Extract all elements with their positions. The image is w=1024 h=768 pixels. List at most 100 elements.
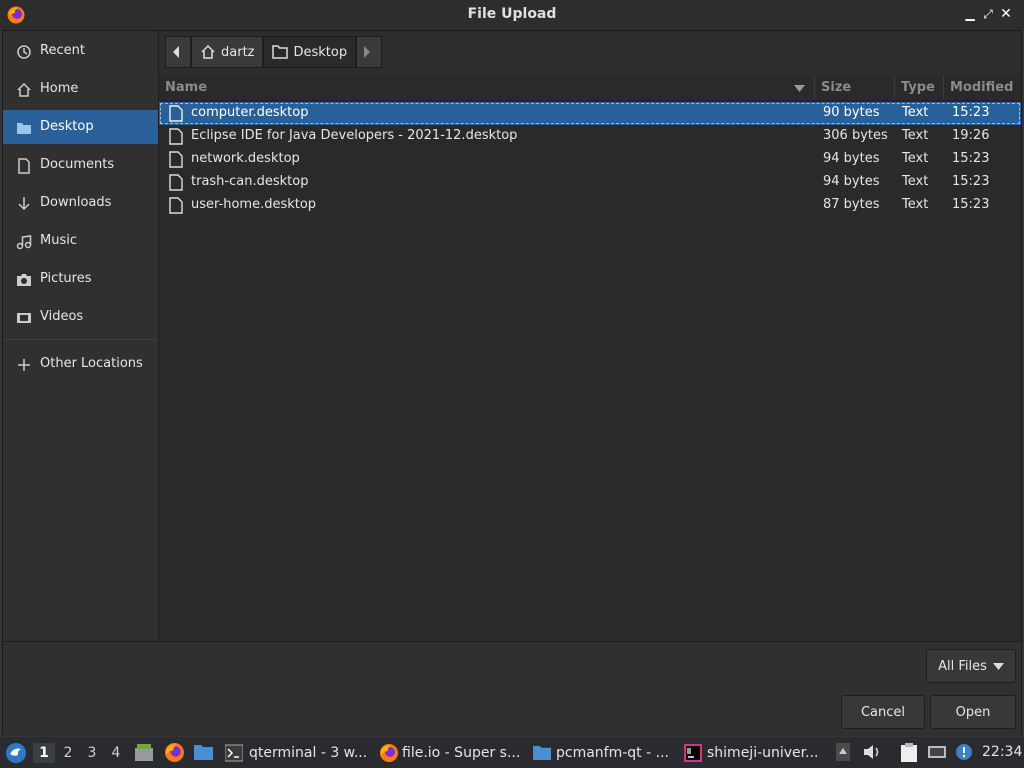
- update-icon[interactable]: [954, 742, 974, 762]
- sidebar-item-music[interactable]: Music: [3, 224, 158, 258]
- cancel-label: Cancel: [860, 704, 906, 720]
- sort-down-icon[interactable]: [794, 85, 805, 92]
- file-size: 94 bytes: [823, 174, 880, 189]
- document-icon: [18, 158, 30, 174]
- sidebar-item-downloads[interactable]: Downloads: [3, 186, 158, 220]
- file-size: 87 bytes: [823, 197, 880, 212]
- sidebar-item-label: Home: [40, 81, 79, 96]
- folder-launcher-icon[interactable]: [193, 743, 214, 761]
- title-bar: File Upload ▁ ⤢ ✕: [0, 0, 1024, 30]
- tray-arrow-icon[interactable]: [836, 743, 850, 761]
- column-divider: [943, 76, 944, 100]
- video-icon: [17, 313, 31, 323]
- column-size-header[interactable]: Size: [821, 80, 851, 95]
- sidebar-item-label: Documents: [40, 157, 115, 172]
- sidebar-item-label: Recent: [40, 43, 85, 58]
- task-label: qterminal - 3 w...: [249, 744, 368, 761]
- sidebar-item-label: Videos: [40, 309, 84, 324]
- file-name: computer.desktop: [191, 105, 309, 120]
- workspace-3[interactable]: 3: [81, 743, 103, 763]
- window-title: File Upload: [467, 6, 557, 22]
- file-name: trash-can.desktop: [191, 174, 309, 189]
- folder-icon: [17, 123, 31, 134]
- file-row[interactable]: Eclipse IDE for Java Developers - 2021-1…: [159, 125, 1021, 148]
- file-filter-dropdown[interactable]: All Files: [926, 649, 1016, 683]
- task-shimeji[interactable]: shimeji-univer...: [684, 737, 826, 768]
- task-label: file.io - Super s...: [402, 744, 521, 761]
- plus-icon: [18, 359, 30, 371]
- file-modified: 15:23: [952, 197, 990, 212]
- workspace-4[interactable]: 4: [105, 743, 127, 763]
- sidebar-item-recent[interactable]: Recent: [3, 34, 158, 68]
- start-menu-icon[interactable]: [5, 742, 27, 764]
- file-name: Eclipse IDE for Java Developers - 2021-1…: [191, 128, 518, 143]
- file-row[interactable]: network.desktop 94 bytes Text 15:23: [159, 148, 1021, 171]
- intellij-icon: [684, 743, 702, 762]
- path-back-button[interactable]: [165, 36, 191, 68]
- file-type: Text: [902, 151, 929, 166]
- file-icon: [169, 174, 183, 191]
- file-list-header: Name Size Type Modified: [159, 76, 1021, 101]
- file-icon: [169, 105, 183, 122]
- file-type: Text: [902, 174, 929, 189]
- file-row[interactable]: user-home.desktop 87 bytes Text 15:23: [159, 194, 1021, 217]
- close-icon[interactable]: ✕: [998, 6, 1014, 22]
- path-forward-button[interactable]: [356, 36, 383, 68]
- minimize-icon[interactable]: ▁: [962, 6, 978, 22]
- home-icon: [17, 82, 31, 97]
- column-name-header[interactable]: Name: [165, 80, 207, 95]
- open-label: Open: [955, 704, 991, 720]
- path-current-button[interactable]: Desktop: [263, 36, 357, 68]
- restore-icon[interactable]: ⤢: [980, 6, 996, 22]
- file-icon: [169, 151, 183, 168]
- file-filter-label: All Files: [938, 658, 987, 674]
- column-type-header[interactable]: Type: [901, 80, 935, 95]
- task-qterminal[interactable]: qterminal - 3 w...: [225, 737, 370, 768]
- firefox-launcher-icon[interactable]: [164, 742, 185, 763]
- sidebar-item-label: Pictures: [40, 271, 92, 286]
- file-modified: 15:23: [952, 151, 990, 166]
- sidebar-item-label: Desktop: [40, 119, 94, 134]
- network-icon[interactable]: [927, 743, 947, 761]
- sidebar-item-label: Other Locations: [40, 356, 143, 371]
- column-modified-header[interactable]: Modified: [950, 80, 1013, 95]
- task-label: pcmanfm-qt - ...: [556, 744, 669, 761]
- cancel-button[interactable]: Cancel: [841, 695, 925, 729]
- chevron-left-icon: [172, 46, 179, 58]
- path-current-label: Desktop: [293, 44, 348, 60]
- file-size: 306 bytes: [823, 128, 888, 143]
- download-icon: [18, 197, 30, 211]
- file-upload-dialog: File Upload ▁ ⤢ ✕ Recent Home Desktop Do…: [0, 0, 1024, 737]
- dialog-footer: All Files Cancel Open: [3, 641, 1021, 736]
- sidebar-item-documents[interactable]: Documents: [3, 148, 158, 182]
- path-home-button[interactable]: dartz: [191, 36, 264, 68]
- sidebar-item-desktop[interactable]: Desktop: [3, 110, 158, 144]
- file-list: Name Size Type Modified computer.desktop…: [159, 76, 1021, 641]
- path-bar: dartz Desktop: [165, 36, 383, 68]
- task-pcmanfm[interactable]: pcmanfm-qt - ...: [532, 737, 674, 768]
- workspace-2[interactable]: 2: [57, 743, 79, 763]
- task-label: shimeji-univer...: [707, 744, 819, 761]
- chevron-right-icon: [363, 46, 370, 58]
- file-row[interactable]: computer.desktop 90 bytes Text 15:23: [159, 102, 1021, 125]
- clipboard-icon[interactable]: [900, 742, 918, 763]
- sidebar-item-other-locations[interactable]: Other Locations: [3, 347, 158, 381]
- sidebar-item-videos[interactable]: Videos: [3, 300, 158, 334]
- sidebar-item-pictures[interactable]: Pictures: [3, 262, 158, 296]
- sidebar-item-home[interactable]: Home: [3, 72, 158, 106]
- file-icon: [169, 128, 183, 145]
- volume-icon[interactable]: [862, 743, 882, 761]
- clock[interactable]: 22:34: [982, 744, 1022, 760]
- open-button[interactable]: Open: [930, 695, 1016, 729]
- file-name: network.desktop: [191, 151, 300, 166]
- file-size: 94 bytes: [823, 151, 880, 166]
- file-manager-launcher-icon[interactable]: [134, 742, 154, 762]
- clock-icon: [17, 45, 31, 59]
- task-firefox[interactable]: file.io - Super s...: [379, 737, 523, 768]
- file-row[interactable]: trash-can.desktop 94 bytes Text 15:23: [159, 171, 1021, 194]
- column-divider: [894, 76, 895, 100]
- file-type: Text: [902, 197, 929, 212]
- chevron-down-icon: [992, 662, 1004, 670]
- workspace-1[interactable]: 1: [33, 743, 55, 763]
- sidebar-divider: [3, 339, 158, 340]
